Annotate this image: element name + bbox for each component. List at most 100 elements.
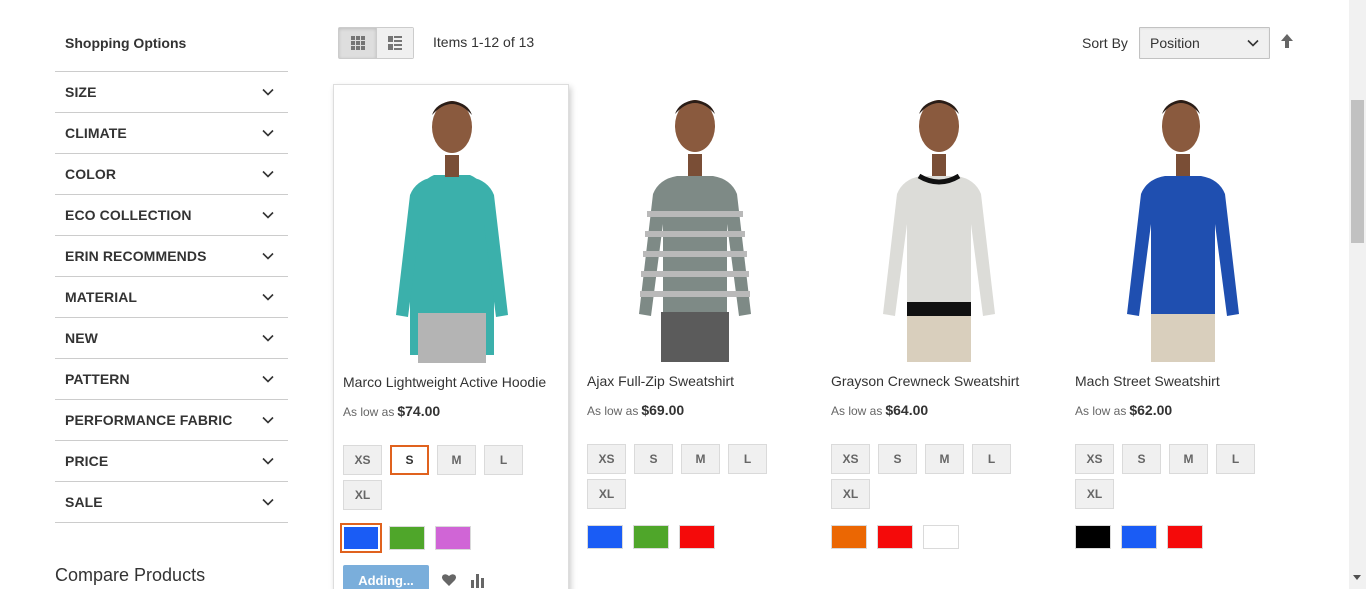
price: $69.00 xyxy=(641,402,685,418)
pants-shape xyxy=(907,316,971,362)
filter-material[interactable]: MATERIAL xyxy=(55,277,288,318)
filter-performance-fabric[interactable]: PERFORMANCE FABRIC xyxy=(55,400,288,441)
price: $74.00 xyxy=(397,403,441,419)
filter-erin-recommends[interactable]: ERIN RECOMMENDS xyxy=(55,236,288,277)
filter-size[interactable]: SIZE xyxy=(55,72,288,113)
color-swatch[interactable] xyxy=(633,525,669,549)
sweatshirt-shape xyxy=(1127,176,1239,316)
size-option[interactable]: XS xyxy=(587,444,626,474)
add-to-cart-button[interactable]: Adding... xyxy=(343,565,429,589)
product-name[interactable]: Grayson Crewneck Sweatshirt xyxy=(831,373,1019,389)
size-option[interactable]: L xyxy=(728,444,767,474)
price-prefix: As low as xyxy=(831,404,883,418)
view-mode-switcher xyxy=(338,27,414,59)
filter-sale[interactable]: SALE xyxy=(55,482,288,523)
bar-chart-icon[interactable] xyxy=(469,572,485,588)
color-swatch[interactable] xyxy=(923,525,959,549)
sort-direction-arrow-up-icon[interactable] xyxy=(1280,33,1294,49)
filter-label: PATTERN xyxy=(65,371,130,387)
size-option[interactable]: XS xyxy=(343,445,382,475)
price-prefix: As low as xyxy=(587,404,639,418)
sort-by-label: Sort By xyxy=(1082,35,1128,51)
size-option[interactable]: L xyxy=(972,444,1011,474)
product-name[interactable]: Ajax Full-Zip Sweatshirt xyxy=(587,373,734,389)
size-option[interactable]: M xyxy=(1169,444,1208,474)
price: $62.00 xyxy=(1129,402,1173,418)
size-swatches: XS S M L XL xyxy=(831,444,1031,509)
size-option[interactable]: L xyxy=(484,445,523,475)
chevron-down-icon xyxy=(262,170,274,178)
sort-by-value: Position xyxy=(1150,35,1200,51)
size-option[interactable]: L xyxy=(1216,444,1255,474)
hem-shape xyxy=(907,302,971,316)
size-option[interactable]: M xyxy=(925,444,964,474)
color-swatch[interactable] xyxy=(831,525,867,549)
chevron-down-icon xyxy=(1247,39,1259,47)
color-swatches xyxy=(1075,525,1203,549)
product-photo[interactable] xyxy=(334,85,570,363)
filter-color[interactable]: COLOR xyxy=(55,154,288,195)
pants-shape xyxy=(661,312,729,362)
size-option[interactable]: XL xyxy=(587,479,626,509)
product-name[interactable]: Mach Street Sweatshirt xyxy=(1075,373,1220,389)
chevron-down-icon xyxy=(262,252,274,260)
filter-climate[interactable]: CLIMATE xyxy=(55,113,288,154)
size-option[interactable]: S xyxy=(634,444,673,474)
size-swatches: XS S M L XL xyxy=(343,445,543,510)
price-prefix: As low as xyxy=(343,405,395,419)
price-box: As low as $62.00 xyxy=(1075,402,1172,418)
chevron-down-icon xyxy=(262,293,274,301)
product-photo[interactable] xyxy=(1065,84,1301,362)
color-swatch[interactable] xyxy=(587,525,623,549)
filter-eco-collection[interactable]: ECO COLLECTION xyxy=(55,195,288,236)
size-option-selected[interactable]: S xyxy=(390,445,429,475)
neck-shape xyxy=(1176,154,1190,176)
heart-icon[interactable] xyxy=(441,572,457,588)
neck-shape xyxy=(445,155,459,177)
filter-label: PRICE xyxy=(65,453,109,469)
filter-label: NEW xyxy=(65,330,98,346)
size-option[interactable]: XS xyxy=(831,444,870,474)
size-option[interactable]: S xyxy=(878,444,917,474)
chevron-down-icon xyxy=(262,375,274,383)
list-view-button[interactable] xyxy=(376,28,413,58)
product-name[interactable]: Marco Lightweight Active Hoodie xyxy=(343,374,546,390)
color-swatch[interactable] xyxy=(877,525,913,549)
scroll-down-arrow-icon[interactable] xyxy=(1353,575,1361,580)
compare-products-title: Compare Products xyxy=(55,565,206,585)
chevron-down-icon xyxy=(262,416,274,424)
size-swatches: XS S M L XL xyxy=(1075,444,1275,509)
size-option[interactable]: XL xyxy=(1075,479,1114,509)
price-box: As low as $74.00 xyxy=(343,403,440,419)
color-swatch[interactable] xyxy=(1121,525,1157,549)
chevron-down-icon xyxy=(262,211,274,219)
price-box: As low as $64.00 xyxy=(831,402,928,418)
scrollbar-thumb[interactable] xyxy=(1351,100,1364,243)
pants-shape xyxy=(418,313,486,363)
grid-view-button[interactable] xyxy=(339,28,376,58)
filter-label: PERFORMANCE FABRIC xyxy=(65,412,233,428)
color-swatch[interactable] xyxy=(1075,525,1111,549)
color-swatch[interactable] xyxy=(679,525,715,549)
filter-price[interactable]: PRICE xyxy=(55,441,288,482)
scrollbar[interactable] xyxy=(1349,0,1366,589)
sort-by-select[interactable]: Position xyxy=(1139,27,1270,59)
size-option[interactable]: S xyxy=(1122,444,1161,474)
color-swatch[interactable] xyxy=(1167,525,1203,549)
size-option[interactable]: M xyxy=(437,445,476,475)
product-photo[interactable] xyxy=(577,84,813,362)
color-swatch[interactable] xyxy=(435,526,471,550)
filter-list: SIZE CLIMATE COLOR ECO COLLECTION ERIN R… xyxy=(55,71,288,523)
filter-new[interactable]: NEW xyxy=(55,318,288,359)
product-item[interactable]: Marco Lightweight Active Hoodie As low a… xyxy=(333,84,569,589)
product-photo[interactable] xyxy=(821,84,1057,362)
size-option[interactable]: XL xyxy=(831,479,870,509)
size-option[interactable]: M xyxy=(681,444,720,474)
size-option[interactable]: XL xyxy=(343,480,382,510)
color-swatch[interactable] xyxy=(389,526,425,550)
chevron-down-icon xyxy=(262,457,274,465)
color-swatch-selected[interactable] xyxy=(340,523,382,553)
filter-label: SIZE xyxy=(65,84,97,100)
size-option[interactable]: XS xyxy=(1075,444,1114,474)
filter-pattern[interactable]: PATTERN xyxy=(55,359,288,400)
